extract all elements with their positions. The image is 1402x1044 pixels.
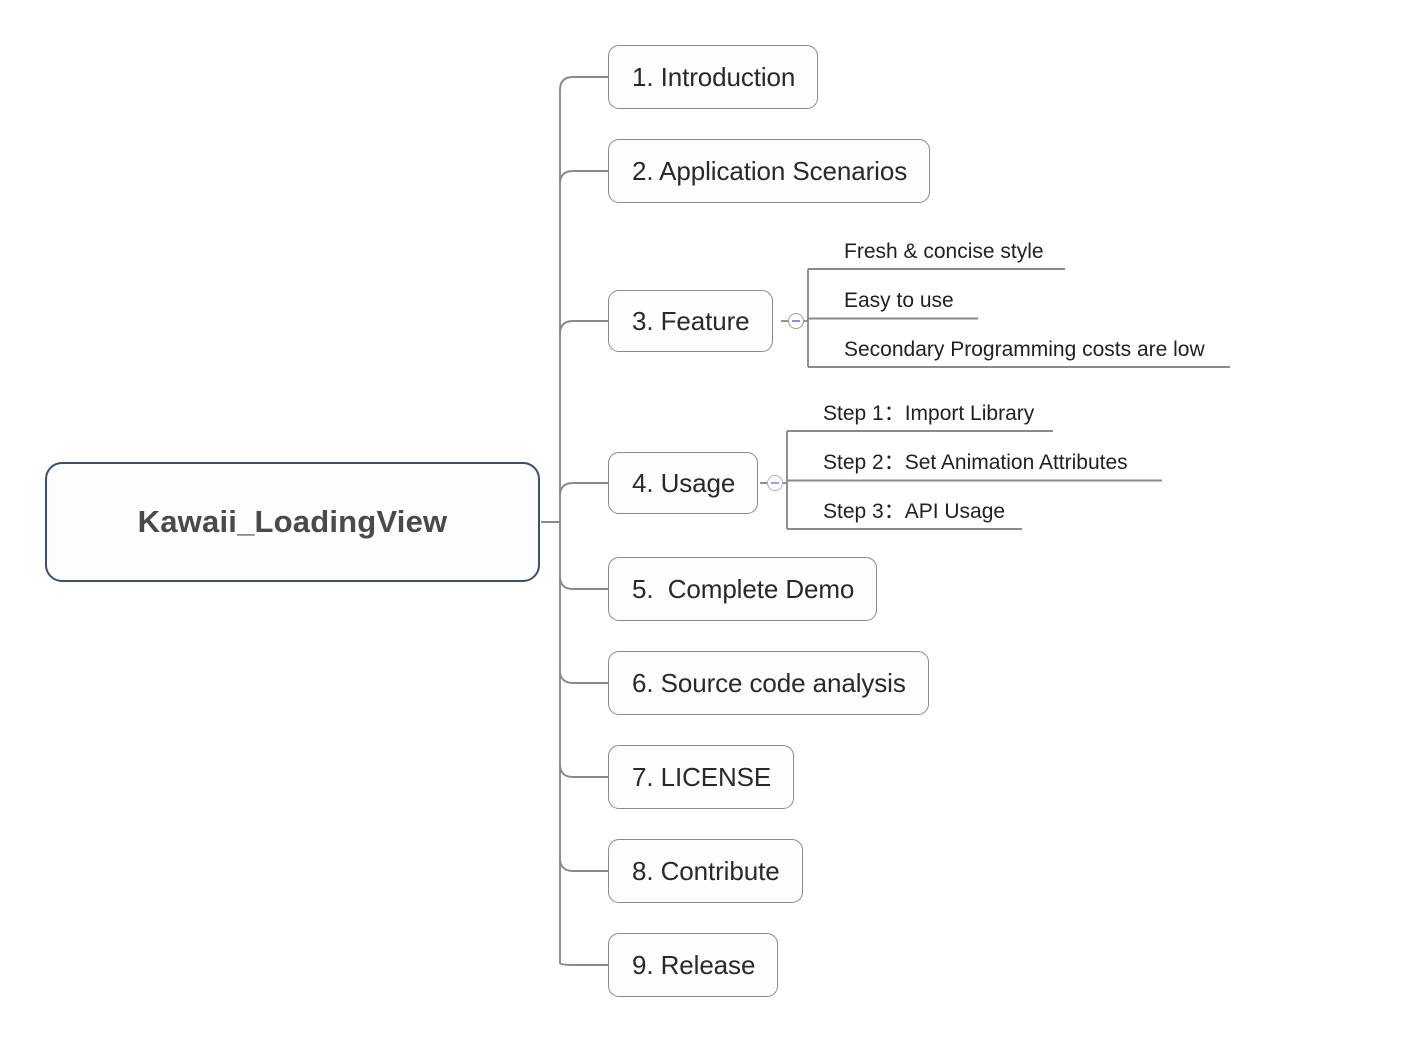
branch-node-label: 8. Contribute [632,855,780,886]
branch-node-label: 6. Source code analysis [632,667,906,698]
branch-node-contribute[interactable]: 8. Contribute [608,839,803,903]
elbow-2 [559,170,608,185]
branch-node-label: 4. Usage [632,467,736,498]
branch-node-feature[interactable]: 3. Feature [608,290,773,352]
root-node[interactable]: Kawaii_LoadingView [45,462,540,582]
leaf-node-fresh-concise-style[interactable]: Fresh & concise style [808,229,1108,269]
leaf-node-easy-to-use[interactable]: Easy to use [808,278,1028,318]
branch-node-application-scenarios[interactable]: 2. Application Scenarios [608,139,931,203]
minus-circle-icon-feature[interactable] [788,313,804,329]
branch-node-usage[interactable]: 4. Usage [608,452,759,514]
leaf-node-label: Secondary Programming costs are low [844,338,1205,361]
branch-node-source-code-analysis[interactable]: 6. Source code analysis [608,651,929,715]
leaf-node-label: Step 1：Import Library [823,402,1035,425]
minus-circle-icon-usage[interactable] [767,475,783,491]
leaf-node-secondary-programming-costs[interactable]: Secondary Programming costs are low [808,327,1248,367]
branch-node-label: 9. Release [632,949,756,980]
root-node-label: Kawaii_LoadingView [137,504,448,539]
elbow-7 [559,763,608,778]
branch-node-label: 3. Feature [632,305,750,336]
leaf-node-label: Easy to use [844,289,954,312]
elbow-4 [559,482,608,497]
leaf-node-step-2-set-animation-attributes[interactable]: Step 2：Set Animation Attributes [787,440,1177,480]
elbow-3 [559,320,608,335]
branch-node-label: 1. Introduction [632,61,796,92]
leaf-node-label: Step 3：API Usage [823,500,1006,523]
branch-node-license[interactable]: 7. LICENSE [608,745,795,809]
leaf-node-label: Fresh & concise style [844,240,1044,263]
branch-node-label: 5. Complete Demo [632,573,855,604]
branch-node-release[interactable]: 9. Release [608,933,779,997]
elbow-1 [559,76,608,91]
branch-node-introduction[interactable]: 1. Introduction [608,45,819,109]
branch-node-label: 2. Application Scenarios [632,155,908,186]
leaf-node-step-3-api-usage[interactable]: Step 3：API Usage [787,489,1037,529]
elbow-5 [559,575,608,590]
mindmap-canvas: Kawaii_LoadingView 1. Introduction 2. Ap… [0,0,1402,1044]
leaf-node-step-1-import-library[interactable]: Step 1：Import Library [787,391,1077,431]
branch-node-complete-demo[interactable]: 5. Complete Demo [608,557,878,621]
branch-node-label: 7. LICENSE [632,761,772,792]
elbow-8 [559,857,608,872]
elbow-6 [559,669,608,684]
elbow-9 [559,962,608,966]
leaf-node-label: Step 2：Set Animation Attributes [823,451,1128,474]
